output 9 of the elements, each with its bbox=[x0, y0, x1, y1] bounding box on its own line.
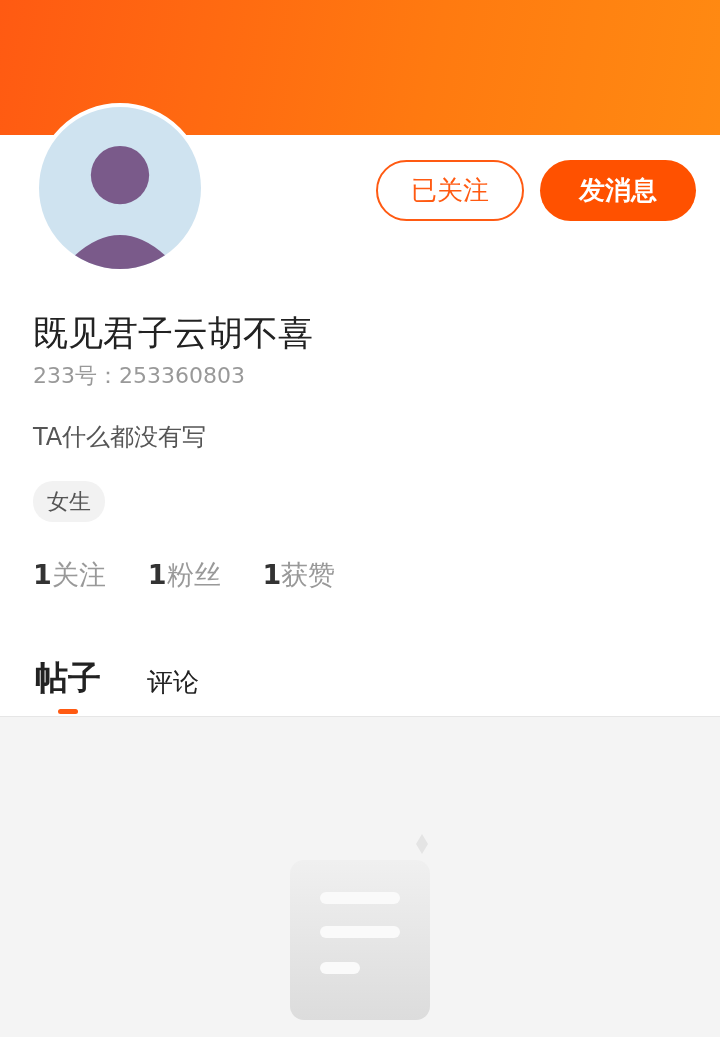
tab[interactable]: 帖子 bbox=[33, 655, 103, 716]
stat-count[interactable]: 1粉丝 bbox=[147, 558, 221, 592]
stat-count[interactable]: 1获赞 bbox=[262, 558, 336, 592]
user-id: 233号：253360803 bbox=[33, 362, 246, 390]
bio-text: TA什么都没有写 bbox=[33, 422, 208, 453]
user-name: 既见君子云胡不喜 bbox=[33, 312, 314, 355]
stat-count[interactable]: 1关注 bbox=[33, 558, 106, 592]
tab[interactable]: 评论 bbox=[145, 664, 201, 716]
tag: 女生 bbox=[33, 481, 105, 522]
